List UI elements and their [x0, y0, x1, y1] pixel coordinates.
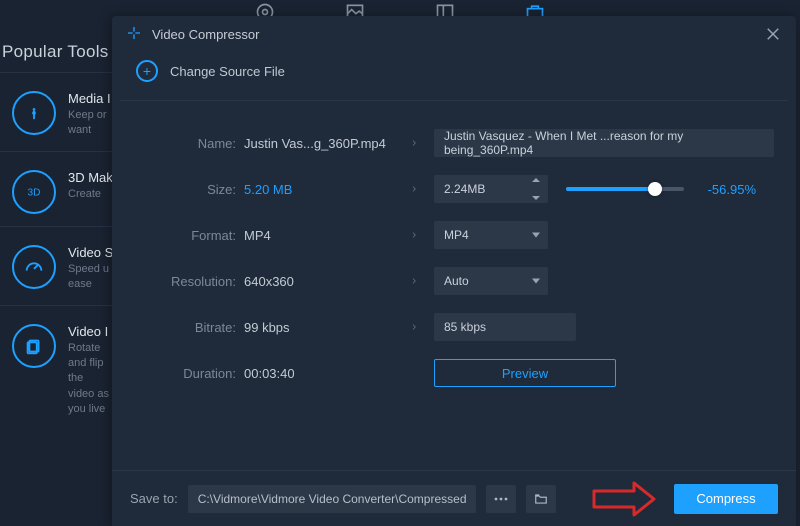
compress-button[interactable]: Compress [674, 484, 778, 514]
label-resolution: Resolution: [136, 274, 236, 289]
dialog-title: Video Compressor [152, 27, 259, 42]
source-duration: 00:03:40 [244, 366, 394, 381]
source-bitrate: 99 kbps [244, 320, 394, 335]
change-source-row[interactable]: + Change Source File [120, 52, 788, 101]
sidebar: Popular Tools Media I Keep or want 3D 3D… [0, 28, 112, 526]
chevron-right-icon [402, 229, 426, 241]
chevron-right-icon [402, 275, 426, 287]
more-button[interactable] [486, 485, 516, 513]
save-to-label: Save to: [130, 491, 178, 506]
label-name: Name: [136, 136, 236, 151]
save-to-path[interactable]: C:\Vidmore\Vidmore Video Converter\Compr… [188, 485, 476, 513]
target-size-stepper[interactable]: 2.24MB [434, 175, 548, 203]
tool-item-desc: Keep or want [68, 108, 112, 139]
row-duration: Duration: 00:03:40 Preview [136, 359, 772, 387]
tool-item-label: Video I [68, 324, 112, 339]
tool-item-label: Video S [68, 245, 112, 260]
row-name: Name: Justin Vas...g_360P.mp4 Justin Vas… [136, 129, 772, 157]
chevron-down-icon [532, 233, 540, 238]
chevron-down-icon [532, 279, 540, 284]
dialog-titlebar: Video Compressor [112, 16, 796, 52]
tool-item-desc: Speed u ease [68, 262, 112, 293]
sidebar-section-title: Popular Tools [0, 28, 112, 72]
target-size-value: 2.24MB [444, 182, 485, 196]
target-bitrate-input[interactable]: 85 kbps [434, 313, 576, 341]
chevron-right-icon [402, 183, 426, 195]
target-resolution-select[interactable]: Auto [434, 267, 548, 295]
preview-button[interactable]: Preview [434, 359, 616, 387]
row-size: Size: 5.20 MB 2.24MB -56.95% [136, 175, 772, 203]
tool-item-desc: Rotate and flip the video as you live [68, 341, 112, 418]
row-format: Format: MP4 MP4 [136, 221, 772, 249]
label-format: Format: [136, 228, 236, 243]
row-bitrate: Bitrate: 99 kbps 85 kbps [136, 313, 772, 341]
target-format-select[interactable]: MP4 [434, 221, 548, 249]
tool-item-3d-maker[interactable]: 3D 3D Mak Create [0, 151, 112, 226]
rotate-icon [12, 324, 56, 368]
row-resolution: Resolution: 640x360 Auto [136, 267, 772, 295]
source-name: Justin Vas...g_360P.mp4 [244, 136, 394, 151]
label-bitrate: Bitrate: [136, 320, 236, 335]
plus-icon: + [136, 60, 158, 82]
tool-item-media-info[interactable]: Media I Keep or want [0, 72, 112, 151]
source-size: 5.20 MB [244, 182, 394, 197]
compressor-icon [126, 25, 142, 44]
source-format: MP4 [244, 228, 394, 243]
size-slider[interactable] [566, 187, 684, 191]
target-name-input[interactable]: Justin Vasquez - When I Met ...reason fo… [434, 129, 774, 157]
chevron-right-icon [402, 321, 426, 333]
source-resolution: 640x360 [244, 274, 394, 289]
annotation-arrow [590, 479, 658, 519]
gauge-icon [12, 245, 56, 289]
dialog-bottom-bar: Save to: C:\Vidmore\Vidmore Video Conver… [112, 470, 796, 526]
svg-text:3D: 3D [28, 187, 41, 198]
change-source-label: Change Source File [170, 64, 285, 79]
stepper-arrows[interactable] [532, 178, 544, 200]
label-duration: Duration: [136, 366, 236, 381]
tool-item-video-rotate[interactable]: Video I Rotate and flip the video as you… [0, 305, 112, 430]
form-area: Name: Justin Vas...g_360P.mp4 Justin Vas… [112, 101, 796, 470]
label-size: Size: [136, 182, 236, 197]
target-resolution-value: Auto [444, 274, 469, 288]
video-compressor-dialog: Video Compressor + Change Source File Na… [112, 16, 796, 526]
3d-icon: 3D [12, 170, 56, 214]
chevron-right-icon [402, 137, 426, 149]
tool-item-label: Media I [68, 91, 112, 106]
open-folder-button[interactable] [526, 485, 556, 513]
target-format-value: MP4 [444, 228, 469, 242]
size-change-pct: -56.95% [702, 182, 756, 197]
tool-item-desc: Create [68, 187, 112, 202]
tool-item-video-speed[interactable]: Video S Speed u ease [0, 226, 112, 305]
info-icon [12, 91, 56, 135]
tool-item-label: 3D Mak [68, 170, 112, 185]
close-button[interactable] [764, 25, 782, 43]
